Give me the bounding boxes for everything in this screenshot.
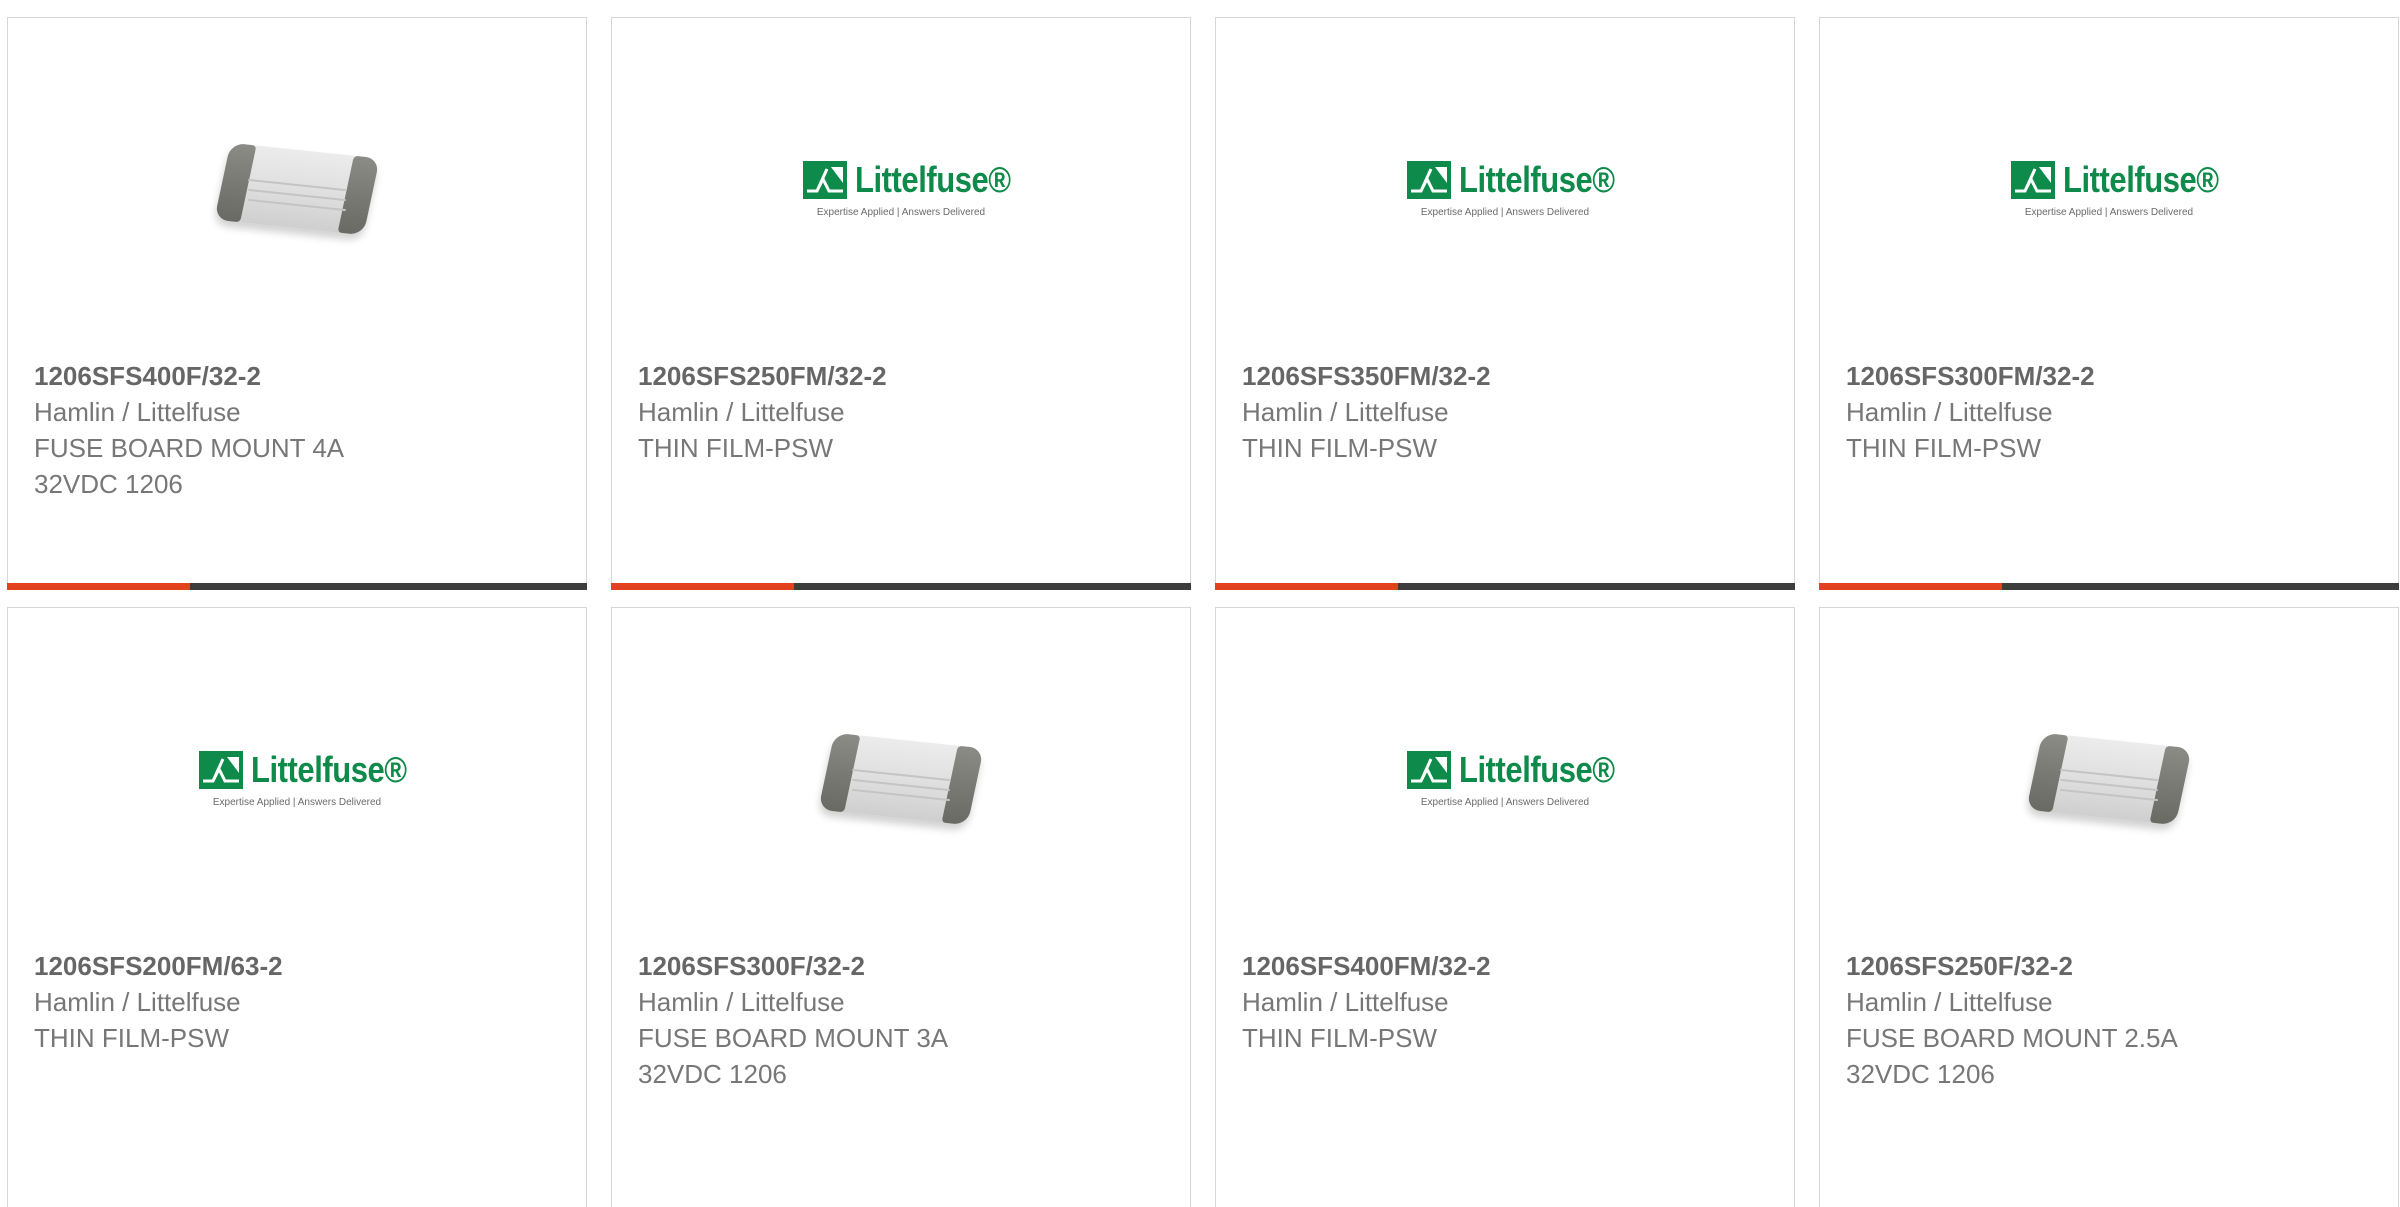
littelfuse-mark-icon	[802, 160, 847, 199]
product-card-5[interactable]: Littelfuse® Expertise Applied | Answers D…	[7, 607, 587, 1207]
part-number[interactable]: 1206SFS400F/32-2	[34, 358, 566, 394]
product-grid: 1206SFS400F/32-2 Hamlin / Littelfuse FUS…	[0, 0, 2400, 1207]
logo-wordmark: Littelfuse®	[250, 748, 407, 790]
littelfuse-logo: Littelfuse® Expertise Applied | Answers D…	[198, 748, 407, 808]
description-line-1: FUSE BOARD MOUNT 4A	[34, 433, 345, 463]
logo-tagline: Expertise Applied | Answers Delivered	[1420, 796, 1590, 808]
description-line-2: 32VDC 1206	[34, 469, 183, 499]
card-accent-bar	[1215, 583, 1398, 590]
product-info: 1206SFS400FM/32-2 Hamlin / Littelfuse TH…	[1242, 948, 1774, 1056]
product-info: 1206SFS300F/32-2 Hamlin / Littelfuse FUS…	[638, 948, 1170, 1092]
logo-wordmark: Littelfuse®	[1458, 748, 1615, 790]
product-info: 1206SFS400F/32-2 Hamlin / Littelfuse FUS…	[34, 358, 566, 502]
manufacturer: Hamlin / Littelfuse	[1846, 397, 2053, 427]
manufacturer: Hamlin / Littelfuse	[638, 987, 845, 1017]
description-line-1: THIN FILM-PSW	[638, 433, 833, 463]
product-card-7[interactable]: Littelfuse® Expertise Applied | Answers D…	[1215, 607, 1795, 1207]
product-card-2[interactable]: Littelfuse® Expertise Applied | Answers D…	[611, 17, 1191, 590]
logo-wordmark: Littelfuse®	[1458, 158, 1615, 200]
product-card-8[interactable]: 1206SFS250F/32-2 Hamlin / Littelfuse FUS…	[1819, 607, 2399, 1207]
part-number[interactable]: 1206SFS250FM/32-2	[638, 358, 1170, 394]
manufacturer: Hamlin / Littelfuse	[34, 397, 241, 427]
part-number[interactable]: 1206SFS300FM/32-2	[1846, 358, 2378, 394]
part-number[interactable]: 1206SFS400FM/32-2	[1242, 948, 1774, 984]
product-image	[612, 673, 1190, 883]
littelfuse-mark-icon	[198, 750, 243, 789]
littelfuse-logo: Littelfuse® Expertise Applied | Answers D…	[1406, 748, 1615, 808]
product-info: 1206SFS300FM/32-2 Hamlin / Littelfuse TH…	[1846, 358, 2378, 466]
product-image	[1820, 673, 2398, 883]
part-number[interactable]: 1206SFS350FM/32-2	[1242, 358, 1774, 394]
manufacturer: Hamlin / Littelfuse	[1846, 987, 2053, 1017]
fuse-chip-icon	[816, 722, 986, 834]
product-image: Littelfuse® Expertise Applied | Answers D…	[1216, 83, 1794, 293]
card-accent-bar	[1819, 583, 2002, 590]
description-line-2: 32VDC 1206	[1846, 1059, 1995, 1089]
product-card-4[interactable]: Littelfuse® Expertise Applied | Answers D…	[1819, 17, 2399, 590]
fuse-chip-icon	[212, 132, 382, 244]
product-card-1[interactable]: 1206SFS400F/32-2 Hamlin / Littelfuse FUS…	[7, 17, 587, 590]
littelfuse-logo: Littelfuse® Expertise Applied | Answers D…	[802, 158, 1011, 218]
manufacturer: Hamlin / Littelfuse	[1242, 987, 1449, 1017]
product-card-3[interactable]: Littelfuse® Expertise Applied | Answers D…	[1215, 17, 1795, 590]
description-line-1: THIN FILM-PSW	[34, 1023, 229, 1053]
manufacturer: Hamlin / Littelfuse	[638, 397, 845, 427]
logo-wordmark: Littelfuse®	[2062, 158, 2219, 200]
card-bottom-bar	[7, 583, 587, 590]
product-image: Littelfuse® Expertise Applied | Answers D…	[8, 673, 586, 883]
card-bottom-bar	[1215, 583, 1795, 590]
manufacturer: Hamlin / Littelfuse	[34, 987, 241, 1017]
logo-tagline: Expertise Applied | Answers Delivered	[212, 796, 382, 808]
littelfuse-mark-icon	[1406, 750, 1451, 789]
card-bottom-bar	[1819, 583, 2399, 590]
littelfuse-mark-icon	[1406, 160, 1451, 199]
card-accent-bar	[611, 583, 794, 590]
logo-tagline: Expertise Applied | Answers Delivered	[816, 206, 986, 218]
littelfuse-logo: Littelfuse® Expertise Applied | Answers D…	[1406, 158, 1615, 218]
description-line-1: FUSE BOARD MOUNT 2.5A	[1846, 1023, 2178, 1053]
product-card-6[interactable]: 1206SFS300F/32-2 Hamlin / Littelfuse FUS…	[611, 607, 1191, 1207]
product-image: Littelfuse® Expertise Applied | Answers D…	[612, 83, 1190, 293]
description-line-1: THIN FILM-PSW	[1242, 1023, 1437, 1053]
product-info: 1206SFS250FM/32-2 Hamlin / Littelfuse TH…	[638, 358, 1170, 466]
description-line-1: THIN FILM-PSW	[1242, 433, 1437, 463]
littelfuse-logo: Littelfuse® Expertise Applied | Answers D…	[2010, 158, 2219, 218]
manufacturer: Hamlin / Littelfuse	[1242, 397, 1449, 427]
part-number[interactable]: 1206SFS300F/32-2	[638, 948, 1170, 984]
product-info: 1206SFS350FM/32-2 Hamlin / Littelfuse TH…	[1242, 358, 1774, 466]
card-bottom-bar	[611, 583, 1191, 590]
description-line-2: 32VDC 1206	[638, 1059, 787, 1089]
logo-tagline: Expertise Applied | Answers Delivered	[2024, 206, 2194, 218]
description-line-1: THIN FILM-PSW	[1846, 433, 2041, 463]
logo-wordmark: Littelfuse®	[854, 158, 1011, 200]
product-image	[8, 83, 586, 293]
product-image: Littelfuse® Expertise Applied | Answers D…	[1216, 673, 1794, 883]
card-accent-bar	[7, 583, 190, 590]
logo-tagline: Expertise Applied | Answers Delivered	[1420, 206, 1590, 218]
product-image: Littelfuse® Expertise Applied | Answers D…	[1820, 83, 2398, 293]
product-info: 1206SFS200FM/63-2 Hamlin / Littelfuse TH…	[34, 948, 566, 1056]
part-number[interactable]: 1206SFS200FM/63-2	[34, 948, 566, 984]
part-number[interactable]: 1206SFS250F/32-2	[1846, 948, 2378, 984]
description-line-1: FUSE BOARD MOUNT 3A	[638, 1023, 949, 1053]
littelfuse-mark-icon	[2010, 160, 2055, 199]
fuse-chip-icon	[2024, 722, 2194, 834]
product-info: 1206SFS250F/32-2 Hamlin / Littelfuse FUS…	[1846, 948, 2378, 1092]
